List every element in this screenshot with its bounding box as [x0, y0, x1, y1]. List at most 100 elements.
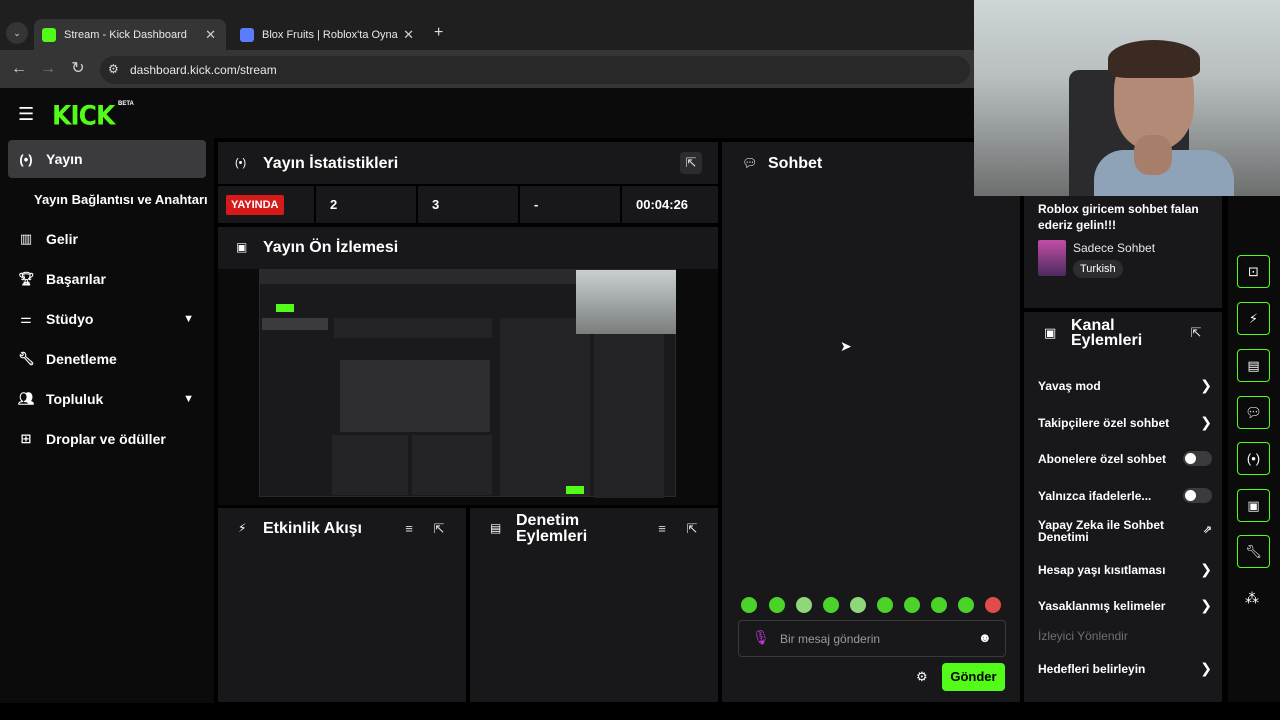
trophy-icon: 🏆︎ — [18, 271, 35, 286]
activity-title: Etkinlik Akışı — [263, 520, 362, 537]
sidebar-item-stream-key[interactable]: Yayın Bağlantısı ve Anahtarı — [24, 180, 214, 218]
emote-icon[interactable] — [877, 597, 893, 613]
emote-icon[interactable] — [850, 597, 866, 613]
lightning-icon[interactable]: ⚡︎ — [1237, 302, 1270, 335]
reload-icon[interactable]: ↻ — [67, 58, 89, 80]
channel-icon: ▣ — [1044, 325, 1057, 340]
close-tab-icon[interactable]: ✕ — [403, 27, 414, 43]
close-tab-icon[interactable]: ✕ — [205, 27, 216, 43]
emote-icon[interactable] — [796, 597, 812, 613]
users-icon: 👥︎ — [18, 391, 35, 406]
chat-placeholder: Bir mesaj gönderin — [780, 632, 881, 646]
more-apps-icon[interactable]: ⁂ — [1245, 590, 1259, 607]
broadcast-icon: (•) — [19, 151, 33, 167]
stat-live: YAYINDA — [218, 186, 314, 223]
popout-icon[interactable]: ⇱ — [681, 518, 703, 540]
live-badge: YAYINDA — [226, 194, 284, 215]
chat-bubble-icon[interactable]: 💬︎ — [1237, 396, 1270, 429]
site-info-icon[interactable]: ⚙ — [108, 62, 119, 76]
settings-icon[interactable]: ⚙ — [916, 669, 928, 685]
address-text: dashboard.kick.com/stream — [130, 63, 277, 77]
sidebar-item-label: Topluluk — [46, 391, 104, 407]
emote-icon[interactable] — [823, 597, 839, 613]
broadcast-icon: (•) — [235, 157, 247, 169]
filter-icon[interactable]: ≡ — [651, 518, 673, 540]
mouse-cursor: ➤ — [840, 338, 852, 354]
emotes-only-toggle[interactable] — [1183, 488, 1212, 503]
wrench-icon[interactable]: 🔧︎ — [1237, 535, 1270, 568]
emote-icon[interactable] — [904, 597, 920, 613]
send-button[interactable]: Gönder — [942, 663, 1005, 691]
chevron-down-icon: ▼ — [183, 313, 194, 325]
microphone-icon[interactable]: 🎙︎ — [752, 629, 770, 646]
menu-icon[interactable]: ☰ — [18, 104, 34, 125]
filter-icon[interactable]: ≡ — [398, 518, 420, 540]
subscribers-only-toggle[interactable] — [1183, 451, 1212, 466]
action-label: Yalnızca ifadelerle... — [1038, 488, 1152, 503]
sidebar-item-studyo[interactable]: ⚌ Stüdyo ▼ — [8, 300, 206, 338]
action-emotes-only[interactable]: Yalnızca ifadelerle... — [1038, 488, 1212, 503]
sidebar-item-topluluk[interactable]: 👥︎ Topluluk ▼ — [8, 380, 206, 418]
sidebar-item-label: Yayın — [46, 151, 83, 167]
beta-label: BETA — [118, 101, 134, 107]
tab-blox-fruits[interactable]: Blox Fruits | Roblox'ta Oyna ✕ — [232, 19, 424, 50]
broadcast-icon[interactable]: (•) — [1237, 442, 1270, 475]
action-account-age[interactable]: Hesap yaşı kısıtlaması ❯ — [1038, 561, 1212, 578]
action-set-goals[interactable]: Hedefleri belirleyin ❯ — [1038, 660, 1212, 677]
emote-icon[interactable] — [985, 597, 1001, 613]
emote-icon[interactable] — [769, 597, 785, 613]
chevron-right-icon: ❯ — [1200, 561, 1212, 577]
video-icon[interactable]: ▣ — [1237, 489, 1270, 522]
category-name: Sadece Sohbet — [1073, 241, 1156, 255]
back-icon[interactable]: ← — [8, 58, 30, 80]
sidebar-item-denetleme[interactable]: 🔧︎ Denetleme — [8, 340, 206, 378]
stream-title: Roblox giricem sohbet falan ederiz gelin… — [1038, 202, 1199, 232]
channel-actions-title: Kanal Eylemleri — [1071, 317, 1143, 349]
action-label: Yavaş mod — [1038, 378, 1101, 393]
sidebar-item-basarilar[interactable]: 🏆︎ Başarılar — [8, 260, 206, 298]
moderation-title: Denetim Eylemleri — [516, 512, 588, 545]
document-icon[interactable]: ▤ — [1237, 349, 1270, 382]
sidebar-item-label: Denetleme — [46, 351, 117, 367]
action-slow-mode[interactable]: Yavaş mod ❯ — [1038, 377, 1212, 394]
category-thumbnail — [1038, 240, 1066, 276]
action-label: İzleyici Yönlendir — [1038, 629, 1128, 643]
chevron-right-icon: ❯ — [1200, 377, 1212, 393]
lightning-icon: ⚡︎ — [238, 521, 247, 535]
tab-list-dropdown[interactable]: ⌄ — [6, 22, 28, 44]
chat-bubble-icon: 💬︎ — [742, 156, 758, 170]
emote-icon[interactable] — [741, 597, 757, 613]
sidebar-item-label: Droplar ve ödüller — [46, 431, 166, 447]
emote-icon[interactable] — [958, 597, 974, 613]
action-followers-only[interactable]: Takipçilere özel sohbet ❯ — [1038, 414, 1212, 431]
chevron-right-icon: ❯ — [1200, 414, 1212, 430]
preview-video[interactable] — [259, 269, 676, 498]
action-label: Takipçilere özel sohbet — [1038, 415, 1170, 430]
sidebar-item-droplar[interactable]: ⊞ Droplar ve ödüller — [8, 420, 206, 458]
tab-title: Blox Fruits | Roblox'ta Oyna — [262, 28, 398, 41]
emote-icon[interactable] — [931, 597, 947, 613]
popout-icon[interactable]: ⇱ — [680, 152, 702, 174]
taskbar-strip — [0, 703, 1280, 720]
sidebar-item-yayin[interactable]: (•) Yayın — [8, 140, 206, 178]
forward-icon[interactable]: → — [37, 58, 59, 80]
emoji-icon[interactable]: ☻ — [978, 630, 992, 645]
kick-logo[interactable]: KICK — [52, 100, 115, 130]
action-label: Hesap yaşı kısıtlaması — [1038, 562, 1166, 577]
action-subscribers-only[interactable]: Abonelere özel sohbet — [1038, 451, 1212, 466]
external-link-icon: ⇗ — [1202, 524, 1212, 536]
action-ai-moderation[interactable]: Yapay Zeka ile Sohbet Denetimi ⇗ — [1038, 519, 1212, 543]
chat-title: Sohbet — [768, 155, 823, 172]
new-tab-icon[interactable]: + — [434, 24, 443, 42]
action-banned-words[interactable]: Yasaklanmış kelimeler ❯ — [1038, 597, 1212, 614]
webcam-overlay — [974, 0, 1280, 196]
sidebar-item-label: Yayın Bağlantısı ve Anahtarı — [34, 191, 208, 207]
tab-kick-dashboard[interactable]: Stream - Kick Dashboard ✕ — [34, 19, 226, 50]
popout-icon[interactable]: ⇱ — [428, 518, 450, 540]
popout-icon[interactable]: ⇱ — [1185, 322, 1207, 344]
chevron-right-icon: ❯ — [1200, 597, 1212, 613]
bar-chart-icon: ▥ — [19, 231, 33, 246]
sidebar-item-gelir[interactable]: ▥ Gelir — [8, 220, 206, 258]
document-icon: ▤ — [490, 521, 502, 535]
focus-icon[interactable]: ⊡ — [1237, 255, 1270, 288]
